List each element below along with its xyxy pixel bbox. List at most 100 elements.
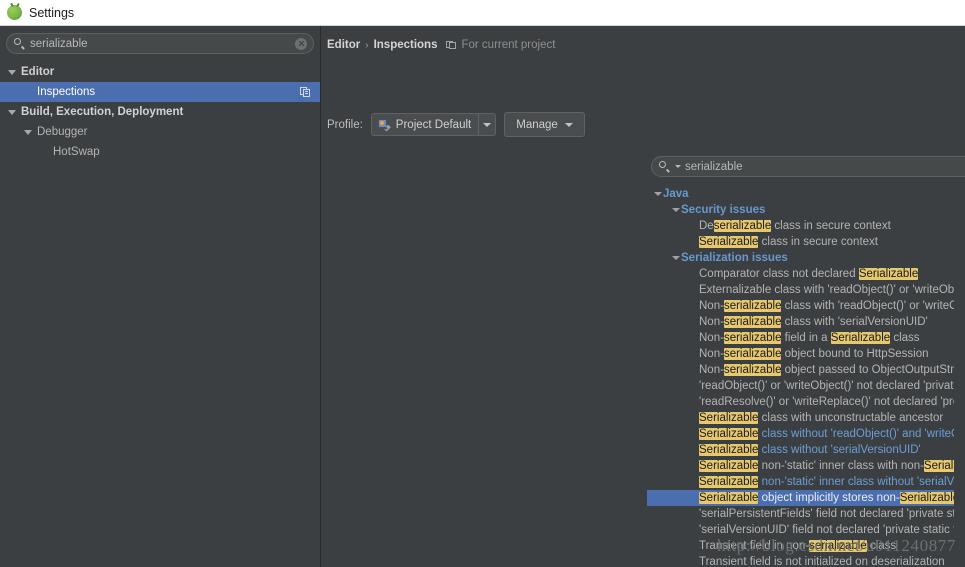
- chevron-down-icon[interactable]: [653, 186, 663, 202]
- inspection-tree-row[interactable]: Non-serializable class with 'serialVersi…: [647, 314, 965, 330]
- scope-note: For current project: [461, 39, 556, 51]
- settings-content: serializable Editor Inspections Build, Exe…: [0, 26, 965, 567]
- profile-select-value-wrap: Project Default: [372, 118, 478, 132]
- breadcrumb-root[interactable]: Editor: [327, 39, 360, 51]
- inspection-tree-row[interactable]: Serializable class with unconstructable …: [647, 410, 965, 426]
- inspection-tree-row[interactable]: Serializable object implicitly stores no…: [647, 490, 965, 506]
- inspection-name: 'readObject()' or 'writeObject()' not de…: [699, 380, 963, 392]
- inspection-name: 'serialPersistentFields' field not decla…: [699, 508, 965, 520]
- inspection-name: Serializable class with unconstructable …: [699, 412, 944, 424]
- sidebar-search-value[interactable]: serializable: [30, 38, 290, 50]
- inspection-tree-row[interactable]: Serializable non-'static' inner class wi…: [647, 458, 965, 474]
- chevron-down-icon[interactable]: [23, 128, 32, 137]
- inspection-filter-value[interactable]: serializable: [685, 161, 965, 173]
- chevron-down-icon[interactable]: [7, 68, 16, 77]
- search-icon: [659, 161, 671, 173]
- inspection-tree-row[interactable]: Security issues: [647, 202, 965, 218]
- inspection-filter-field[interactable]: serializable: [651, 156, 965, 177]
- inspection-tree-scrollbar[interactable]: [954, 186, 965, 567]
- profile-select[interactable]: Project Default: [370, 113, 497, 136]
- sidebar-item-build-execution-deployment[interactable]: Build, Execution, Deployment: [0, 102, 320, 122]
- inspection-tree-row[interactable]: Serializable non-'static' inner class wi…: [647, 474, 965, 490]
- inspection-tree-row[interactable]: Non-serializable object bound to HttpSes…: [647, 346, 965, 362]
- inspection-name: Serializable class without 'serialVersio…: [699, 444, 921, 456]
- inspection-name: Externalizable class with 'readObject()'…: [699, 284, 965, 296]
- search-icon: [14, 38, 26, 50]
- inspection-name: Non-serializable field in a Serializable…: [699, 332, 920, 344]
- android-studio-icon: [7, 5, 22, 20]
- chevron-down-icon[interactable]: [7, 108, 16, 117]
- inspection-name: Non-serializable object passed to Object…: [699, 364, 965, 376]
- chevron-down-icon: [483, 122, 492, 127]
- profile-row: Profile: Project Default Manage: [327, 112, 585, 137]
- inspection-tree-row[interactable]: Non-serializable object passed to Object…: [647, 362, 965, 378]
- manage-button[interactable]: Manage: [504, 112, 585, 137]
- inspection-tree-row[interactable]: 'readObject()' or 'writeObject()' not de…: [647, 378, 965, 394]
- inspection-tree-row[interactable]: Java: [647, 186, 965, 202]
- inspection-name: Serializable non-'static' inner class wi…: [699, 476, 965, 488]
- inspection-tree-row[interactable]: Externalizable class with 'readObject()'…: [647, 282, 965, 298]
- inspection-tree-row[interactable]: Deserializable class in secure context: [647, 218, 965, 234]
- inspection-tree-row[interactable]: Serializable class without 'serialVersio…: [647, 442, 965, 458]
- window-title: Settings: [29, 5, 75, 20]
- chevron-down-icon[interactable]: [671, 250, 681, 266]
- inspection-name: Serializable class in secure context: [699, 236, 878, 248]
- sidebar-item-label: Debugger: [37, 126, 88, 138]
- window-titlebar: Settings: [0, 0, 965, 26]
- inspection-tree-row[interactable]: Serialization issues: [647, 250, 965, 266]
- profile-dropdown-button[interactable]: [478, 114, 495, 135]
- sidebar-item-label: HotSwap: [53, 146, 100, 158]
- copy-pages-icon: [446, 40, 456, 50]
- sidebar-item-hotswap[interactable]: HotSwap: [0, 142, 320, 162]
- sidebar-item-label: Editor: [21, 66, 55, 78]
- inspection-name: Serializable class without 'readObject()…: [699, 428, 965, 440]
- inspection-name: Java: [663, 188, 689, 200]
- sidebar-item-editor[interactable]: Editor: [0, 62, 320, 82]
- inspection-name: Comparator class not declared Serializab…: [699, 268, 919, 280]
- breadcrumb-separator: ›: [365, 39, 369, 51]
- inspection-name: Serializable non-'static' inner class wi…: [699, 458, 965, 474]
- profile-select-value: Project Default: [395, 118, 472, 131]
- profile-label: Profile:: [327, 118, 363, 131]
- inspection-name: Serializable object implicitly stores no…: [699, 492, 965, 504]
- inspection-tree-row[interactable]: Comparator class not declared Serializab…: [647, 266, 965, 282]
- chevron-down-icon[interactable]: [675, 165, 681, 168]
- copy-pages-icon[interactable]: [300, 87, 311, 97]
- inspection-tree-row[interactable]: 'serialPersistentFields' field not decla…: [647, 506, 965, 522]
- sidebar-item-inspections[interactable]: Inspections: [0, 82, 320, 102]
- sidebar-item-label: Inspections: [37, 86, 96, 98]
- chevron-down-icon[interactable]: [671, 202, 681, 218]
- sidebar-item-debugger[interactable]: Debugger: [0, 122, 320, 142]
- clear-icon[interactable]: [295, 37, 307, 50]
- inspection-name: Security issues: [681, 204, 766, 216]
- inspection-tree[interactable]: Java Security issues Deserializable class …: [647, 186, 965, 567]
- inspection-tree-row[interactable]: Serializable class in secure context: [647, 234, 965, 250]
- inspection-tree-row[interactable]: 'readResolve()' or 'writeReplace()' not …: [647, 394, 965, 410]
- inspection-name: Non-serializable object bound to HttpSes…: [699, 348, 929, 360]
- inspection-tree-row[interactable]: Non-serializable class with 'readObject(…: [647, 298, 965, 314]
- inspection-tree-row[interactable]: Serializable class without 'readObject()…: [647, 426, 965, 442]
- sidebar-item-label: Build, Execution, Deployment: [21, 106, 184, 118]
- sidebar-search-field[interactable]: serializable: [6, 33, 314, 54]
- inspection-tree-row[interactable]: Non-serializable field in a Serializable…: [647, 330, 965, 346]
- manage-button-label: Manage: [516, 118, 558, 131]
